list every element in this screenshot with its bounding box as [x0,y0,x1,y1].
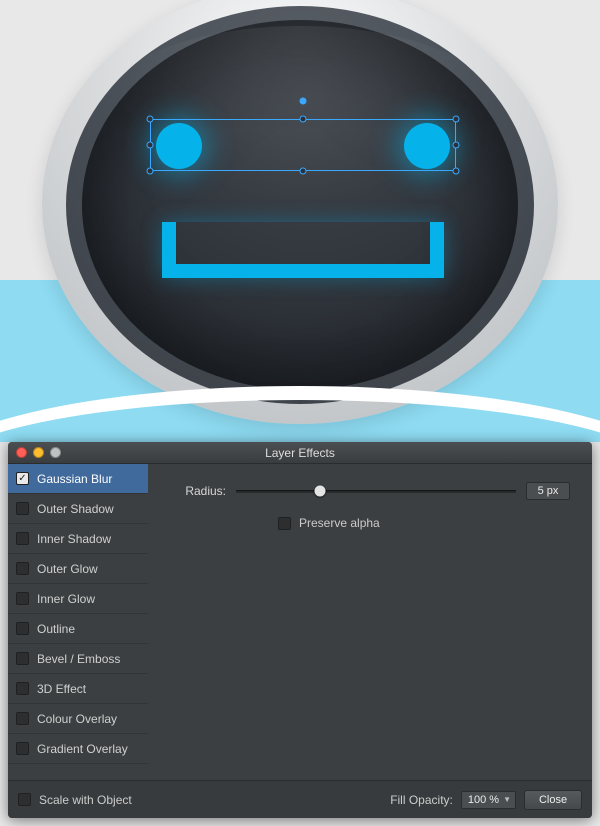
selection-handle-br[interactable] [453,168,460,175]
chevron-down-icon: ▼ [503,795,511,804]
fill-opacity-value: 100 % [468,794,499,806]
effect-item[interactable]: 3D Effect [8,674,148,704]
canvas-artwork [0,0,600,442]
scale-with-object-checkbox[interactable] [18,793,31,806]
fill-opacity-label: Fill Opacity: [390,793,453,807]
titlebar[interactable]: Layer Effects [8,442,592,464]
robot-mouth [162,222,444,278]
effect-item[interactable]: Colour Overlay [8,704,148,734]
selection-handle-mr[interactable] [453,142,460,149]
radius-value-field[interactable]: 5 px [526,482,570,500]
effect-settings: Radius: 5 px Preserve alpha [148,464,592,780]
effect-item[interactable]: Inner Shadow [8,524,148,554]
effect-checkbox[interactable] [16,532,29,545]
effect-label: Inner Shadow [37,532,111,546]
effect-label: Gaussian Blur [37,472,112,486]
effect-checkbox[interactable] [16,652,29,665]
effects-list: ✓ Gaussian Blur Outer Shadow Inner Shadow Ou… [8,464,148,780]
preserve-alpha-label: Preserve alpha [299,516,380,530]
selection-handle-bl[interactable] [147,168,154,175]
effect-label: Outer Glow [37,562,98,576]
effect-checkbox[interactable] [16,562,29,575]
dialog-footer: Scale with Object Fill Opacity: 100 % ▼ … [8,780,592,818]
close-button[interactable]: Close [524,790,582,810]
effect-checkbox[interactable] [16,592,29,605]
selection-handle-tr[interactable] [453,116,460,123]
radius-label: Radius: [170,484,226,498]
effect-item[interactable]: Outer Glow [8,554,148,584]
window-close[interactable] [16,447,27,458]
selection-handle-bm[interactable] [300,168,307,175]
effect-label: Outer Shadow [37,502,114,516]
selection-handle-ml[interactable] [147,142,154,149]
effect-checkbox[interactable] [16,502,29,515]
radius-slider[interactable] [236,484,516,498]
selection-bounds[interactable] [150,119,456,171]
traffic-lights [16,447,61,458]
effect-item[interactable]: ✓ Gaussian Blur [8,464,148,494]
effect-checkbox[interactable] [16,712,29,725]
effect-item[interactable]: Gradient Overlay [8,734,148,764]
scale-with-object-label: Scale with Object [39,793,132,807]
effect-label: Colour Overlay [37,712,117,726]
effect-checkbox[interactable] [16,742,29,755]
effect-checkbox[interactable] [16,622,29,635]
effect-item[interactable]: Bevel / Emboss [8,644,148,674]
effect-label: Bevel / Emboss [37,652,120,666]
effect-item[interactable]: Outer Shadow [8,494,148,524]
selection-handle-tl[interactable] [147,116,154,123]
preserve-alpha-checkbox[interactable] [278,517,291,530]
effect-item[interactable]: Outline [8,614,148,644]
effect-label: 3D Effect [37,682,86,696]
selection-handle-tm[interactable] [300,116,307,123]
radius-slider-thumb[interactable] [315,486,326,497]
visor [82,20,518,390]
effect-item[interactable]: Inner Glow [8,584,148,614]
layer-effects-dialog: Layer Effects ✓ Gaussian Blur Outer Shadow… [8,442,592,818]
effect-label: Gradient Overlay [37,742,128,756]
effect-label: Outline [37,622,75,636]
effect-label: Inner Glow [37,592,95,606]
window-zoom[interactable] [50,447,61,458]
selection-handle-rotate[interactable] [300,98,307,105]
dialog-title: Layer Effects [8,446,592,460]
close-button-label: Close [539,794,567,806]
window-minimize[interactable] [33,447,44,458]
effect-checkbox[interactable]: ✓ [16,472,29,485]
fill-opacity-select[interactable]: 100 % ▼ [461,791,516,809]
effect-checkbox[interactable] [16,682,29,695]
